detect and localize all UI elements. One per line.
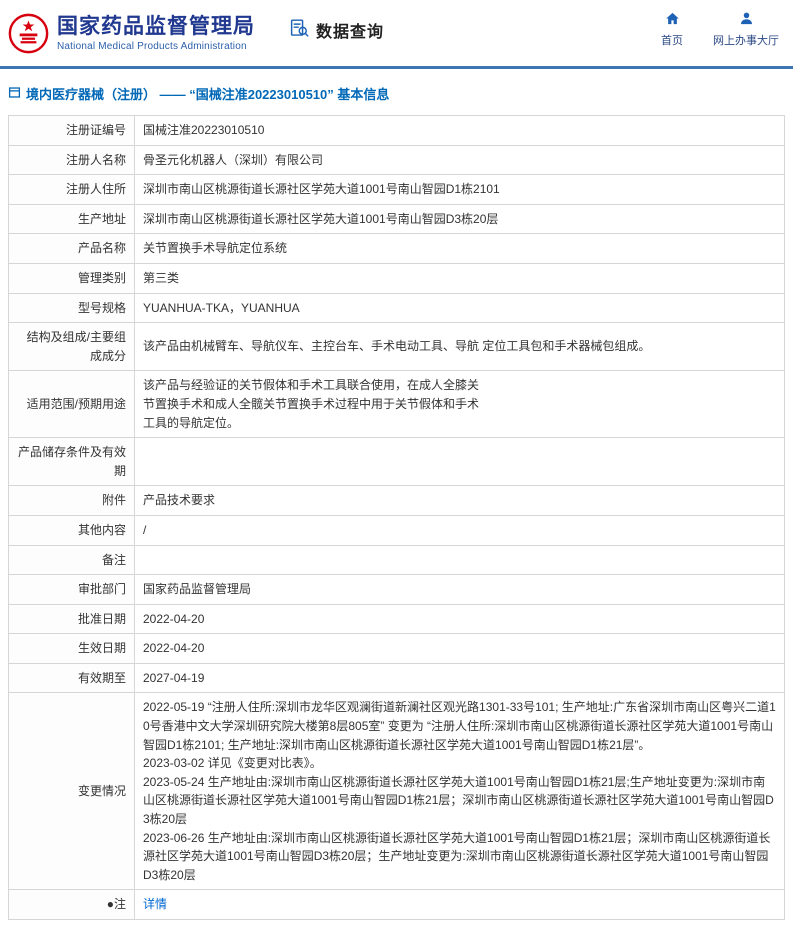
table-row: 注册人名称骨圣元化机器人（深圳）有限公司 — [9, 145, 785, 175]
table-row: 产品名称关节置换手术导航定位系统 — [9, 234, 785, 264]
agency-name-cn: 国家药品监督管理局 — [57, 14, 255, 39]
nav-hall-label: 网上办事大厅 — [713, 32, 779, 48]
table-row: 型号规格YUANHUA-TKA，YUANHUA — [9, 293, 785, 323]
row-label: 产品名称 — [9, 234, 135, 264]
breadcrumb-text: 境内医疗器械（注册） —— “国械注准20223010510” 基本信息 — [26, 84, 389, 103]
row-label: 型号规格 — [9, 293, 135, 323]
window-icon — [8, 86, 21, 102]
row-label: 生效日期 — [9, 634, 135, 664]
table-row: 产品储存条件及有效期 — [9, 438, 785, 486]
table-row: 备注 — [9, 545, 785, 575]
row-value — [135, 438, 785, 486]
row-value: YUANHUA-TKA，YUANHUA — [135, 293, 785, 323]
info-table-body: 注册证编号国械注准20223010510注册人名称骨圣元化机器人（深圳）有限公司… — [9, 116, 785, 920]
registration-info-table: 注册证编号国械注准20223010510注册人名称骨圣元化机器人（深圳）有限公司… — [8, 115, 785, 920]
row-value: 该产品与经验证的关节假体和手术工具联合使用，在成人全膝关 节置换手术和成人全髋关… — [135, 371, 785, 438]
detail-link[interactable]: 详情 — [143, 897, 167, 911]
row-label: 注册人住所 — [9, 175, 135, 205]
row-label: 注册证编号 — [9, 116, 135, 146]
agency-name-en: National Medical Products Administration — [57, 41, 255, 52]
table-row: 审批部门国家药品监督管理局 — [9, 575, 785, 605]
row-value: 第三类 — [135, 263, 785, 293]
row-value — [135, 545, 785, 575]
row-label: 产品储存条件及有效期 — [9, 438, 135, 486]
row-label: 变更情况 — [9, 693, 135, 890]
row-value: 骨圣元化机器人（深圳）有限公司 — [135, 145, 785, 175]
table-row: 结构及组成/主要组成成分该产品由机械臂车、导航仪车、主控台车、手术电动工具、导航… — [9, 323, 785, 371]
row-value: 该产品由机械臂车、导航仪车、主控台车、手术电动工具、导航 定位工具包和手术器械包… — [135, 323, 785, 371]
national-emblem-icon — [8, 12, 49, 55]
table-row: 附件产品技术要求 — [9, 486, 785, 516]
breadcrumb: 境内医疗器械（注册） —— “国械注准20223010510” 基本信息 — [0, 69, 793, 115]
table-row: 批准日期2022-04-20 — [9, 604, 785, 634]
top-nav: 首页 网上办事大厅 — [661, 11, 779, 48]
row-value: 2022-04-20 — [135, 634, 785, 664]
row-label: 注册人名称 — [9, 145, 135, 175]
row-label: 审批部门 — [9, 575, 135, 605]
doc-search-icon — [289, 18, 310, 42]
nav-home[interactable]: 首页 — [661, 11, 683, 48]
row-label: 有效期至 — [9, 663, 135, 693]
row-value: 2022-04-20 — [135, 604, 785, 634]
table-row: 有效期至2027-04-19 — [9, 663, 785, 693]
row-value: 深圳市南山区桃源街道长源社区学苑大道1001号南山智园D1栋2101 — [135, 175, 785, 205]
table-row: ●注详情 — [9, 890, 785, 920]
table-row: 适用范围/预期用途该产品与经验证的关节假体和手术工具联合使用，在成人全膝关 节置… — [9, 371, 785, 438]
module-title: 数据查询 — [316, 18, 384, 42]
row-value: 产品技术要求 — [135, 486, 785, 516]
row-label: 其他内容 — [9, 515, 135, 545]
person-icon — [739, 11, 754, 29]
row-value: 国家药品监督管理局 — [135, 575, 785, 605]
table-row: 注册证编号国械注准20223010510 — [9, 116, 785, 146]
page-header: 国家药品监督管理局 National Medical Products Admi… — [0, 0, 793, 66]
row-label: 附件 — [9, 486, 135, 516]
row-label: 管理类别 — [9, 263, 135, 293]
row-value: 详情 — [135, 890, 785, 920]
table-row: 生效日期2022-04-20 — [9, 634, 785, 664]
row-label: ●注 — [9, 890, 135, 920]
row-value: 深圳市南山区桃源街道长源社区学苑大道1001号南山智园D3栋20层 — [135, 204, 785, 234]
table-row: 注册人住所深圳市南山区桃源街道长源社区学苑大道1001号南山智园D1栋2101 — [9, 175, 785, 205]
row-label: 备注 — [9, 545, 135, 575]
row-label: 批准日期 — [9, 604, 135, 634]
table-row: 其他内容/ — [9, 515, 785, 545]
agency-logo[interactable]: 国家药品监督管理局 National Medical Products Admi… — [8, 12, 255, 55]
nav-home-label: 首页 — [661, 32, 683, 48]
row-label: 结构及组成/主要组成成分 — [9, 323, 135, 371]
row-value: 关节置换手术导航定位系统 — [135, 234, 785, 264]
table-row: 管理类别第三类 — [9, 263, 785, 293]
row-value: 国械注准20223010510 — [135, 116, 785, 146]
module-data-query: 数据查询 — [289, 18, 384, 42]
table-row: 生产地址深圳市南山区桃源街道长源社区学苑大道1001号南山智园D3栋20层 — [9, 204, 785, 234]
row-value: 2027-04-19 — [135, 663, 785, 693]
row-label: 生产地址 — [9, 204, 135, 234]
table-row: 变更情况2022-05-19 “注册人住所:深圳市龙华区观澜街道新澜社区观光路1… — [9, 693, 785, 890]
row-label: 适用范围/预期用途 — [9, 371, 135, 438]
row-value: / — [135, 515, 785, 545]
nav-online-hall[interactable]: 网上办事大厅 — [713, 11, 779, 48]
row-value: 2022-05-19 “注册人住所:深圳市龙华区观澜街道新澜社区观光路1301-… — [135, 693, 785, 890]
home-icon — [665, 11, 680, 29]
